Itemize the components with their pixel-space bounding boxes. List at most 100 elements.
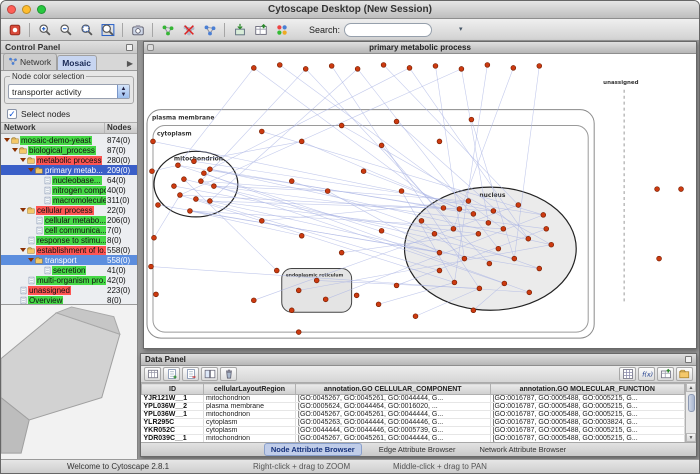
tree-row[interactable]: metabolic process280(0) [1, 155, 137, 165]
cell-value[interactable]: [GO:0045263, GO:0044444, GO:0044446, G..… [296, 419, 491, 427]
network-node[interactable] [211, 184, 216, 189]
network-node[interactable] [491, 209, 496, 214]
snapshot-icon[interactable] [128, 20, 147, 39]
expand-triangle-icon[interactable] [4, 138, 10, 142]
network-node[interactable] [541, 213, 546, 218]
new-network-from-selection-icon[interactable] [158, 20, 177, 39]
tree-row[interactable]: cell communica...7(0) [1, 225, 137, 235]
network-node[interactable] [289, 179, 294, 184]
expand-triangle-icon[interactable] [20, 208, 26, 212]
import-attributes-icon[interactable] [251, 20, 270, 39]
network-node[interactable] [151, 139, 156, 144]
network-node[interactable] [394, 119, 399, 124]
trash-icon[interactable] [220, 367, 237, 381]
column-grid-icon[interactable] [201, 367, 218, 381]
cell-value[interactable]: [GO:0045267, GO:0045261, GO:0044444, G..… [296, 395, 491, 403]
search-input[interactable] [349, 25, 459, 34]
network-node[interactable] [437, 250, 442, 255]
network-overview-thumbnail[interactable] [1, 304, 137, 459]
network-node[interactable] [323, 297, 328, 302]
network-window[interactable]: primary metabolic process plasma membran… [143, 41, 697, 349]
network-node[interactable] [451, 226, 456, 231]
network-node[interactable] [544, 226, 549, 231]
network-node[interactable] [182, 177, 187, 182]
tab-network[interactable]: Network [3, 53, 57, 70]
network-edge[interactable] [262, 131, 543, 214]
select-attributes-icon[interactable] [144, 367, 161, 381]
cell-value[interactable]: mitochondrion [204, 395, 296, 403]
network-node[interactable] [199, 179, 204, 184]
network-node[interactable] [466, 199, 471, 204]
network-edge[interactable] [153, 141, 493, 211]
tree-row[interactable]: unassigned223(0) [1, 285, 137, 295]
scroll-up-icon[interactable]: ▲ [686, 383, 696, 392]
network-node[interactable] [274, 268, 279, 273]
network-window-close-icon[interactable] [147, 44, 154, 51]
network-node[interactable] [407, 66, 412, 71]
tree-row[interactable]: Overview8(0) [1, 295, 137, 304]
expand-triangle-icon[interactable] [28, 258, 34, 262]
cell-value[interactable]: cytoplasm [204, 427, 296, 435]
select-nodes-checkbox[interactable]: ✓ [7, 109, 17, 119]
network-node[interactable] [354, 293, 359, 298]
network-node[interactable] [516, 203, 521, 208]
cell-value[interactable]: [GO:0016787, GO:0005488, GO:0005215, G..… [490, 403, 685, 411]
delete-attribute-icon[interactable] [182, 367, 199, 381]
node-color-dropdown[interactable]: transporter activity ▲▼ [8, 84, 130, 99]
scroll-down-icon[interactable]: ▼ [686, 433, 696, 442]
fit-content-icon[interactable] [98, 20, 117, 39]
cell-value[interactable]: [GO:0045267, GO:0045261, GO:0044444, G..… [296, 435, 491, 443]
network-node[interactable] [156, 203, 161, 208]
tree-row[interactable]: mosaic-demo-yeast874(0) [1, 135, 137, 145]
network-node[interactable] [469, 117, 474, 122]
tab-edge-attribute-browser[interactable]: Edge Attribute Browser [372, 443, 463, 456]
create-attribute-icon[interactable] [163, 367, 180, 381]
network-node[interactable] [379, 143, 384, 148]
tree-column-network[interactable]: Network [1, 123, 105, 133]
network-node[interactable] [452, 280, 457, 285]
tab-mosaic[interactable]: Mosaic [57, 55, 97, 70]
column-header[interactable]: annotation.GO CELLULAR_COMPONENT [296, 384, 491, 395]
expand-triangle-icon[interactable] [28, 168, 34, 172]
network-edge[interactable] [210, 69, 358, 201]
network-edge[interactable] [210, 68, 410, 169]
network-edge[interactable] [194, 141, 302, 161]
tree-row[interactable]: response to stimu...8(0) [1, 235, 137, 245]
network-edge[interactable] [152, 165, 178, 171]
network-node[interactable] [299, 233, 304, 238]
network-node[interactable] [152, 235, 157, 240]
cell-value[interactable]: cytoplasm [204, 419, 296, 427]
network-node[interactable] [259, 218, 264, 223]
network-node[interactable] [485, 63, 490, 68]
network-node[interactable] [178, 193, 183, 198]
matrix-icon[interactable] [619, 367, 636, 381]
table-row[interactable]: YLR295Ccytoplasm[GO:0045263, GO:0044444,… [142, 419, 685, 427]
tab-node-attribute-browser[interactable]: Node Attribute Browser [264, 443, 362, 456]
network-node[interactable] [433, 64, 438, 69]
network-node[interactable] [296, 288, 301, 293]
network-node[interactable] [154, 292, 159, 297]
network-node[interactable] [188, 209, 193, 214]
network-node[interactable] [501, 226, 506, 231]
network-node[interactable] [419, 218, 424, 223]
table-row[interactable]: YPL036W__2plasma membrane[GO:0005624, GO… [142, 403, 685, 411]
network-node[interactable] [655, 187, 660, 192]
column-header[interactable]: ID [142, 384, 204, 395]
network-node[interactable] [289, 308, 294, 313]
network-node[interactable] [512, 256, 517, 261]
tree-row[interactable]: macromolecule...311(0) [1, 195, 137, 205]
network-edge[interactable] [196, 199, 440, 271]
network-node[interactable] [296, 330, 301, 335]
network-node[interactable] [259, 129, 264, 134]
tab-network-attribute-browser[interactable]: Network Attribute Browser [472, 443, 573, 456]
float-panel-icon[interactable] [126, 44, 133, 51]
network-node[interactable] [471, 212, 476, 217]
network-node[interactable] [379, 228, 384, 233]
network-node[interactable] [496, 246, 501, 251]
column-header[interactable]: cellularLayoutRegion [204, 384, 296, 395]
vizmapper-icon[interactable] [272, 20, 291, 39]
network-node[interactable] [150, 169, 155, 174]
function-icon[interactable]: f(x) [638, 367, 655, 381]
cell-value[interactable]: [GO:0045267, GO:0045261, GO:0044444, G..… [296, 411, 491, 419]
network-node[interactable] [194, 197, 199, 202]
